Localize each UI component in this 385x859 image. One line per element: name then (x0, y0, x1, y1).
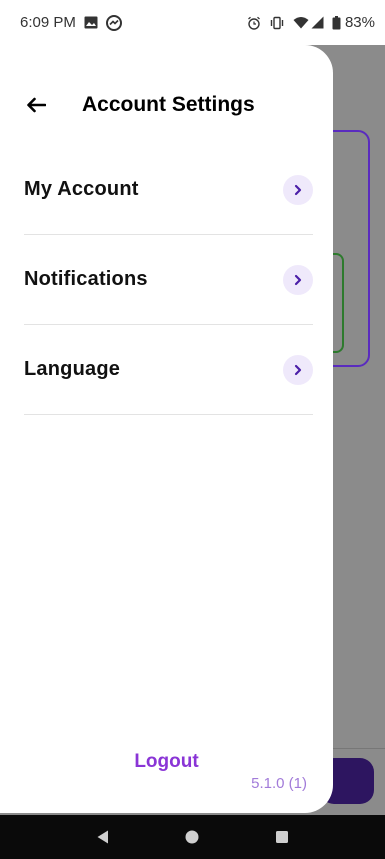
status-left: 6:09 PM (20, 14, 122, 31)
menu-item-notifications[interactable]: Notifications (24, 235, 313, 325)
alarm-icon (247, 16, 261, 30)
menu-item-my-account[interactable]: My Account (24, 145, 313, 235)
square-recents-icon (276, 831, 289, 843)
status-right: 83% (247, 14, 375, 31)
drawer-header: Account Settings (24, 93, 255, 117)
background-divider (330, 748, 385, 749)
battery-icon (332, 15, 341, 30)
account-settings-drawer: Account Settings My Account Notification… (0, 45, 333, 813)
chevron-right-icon (283, 264, 313, 295)
settings-menu: My Account Notifications Language (24, 145, 313, 415)
signal-icon (311, 16, 324, 29)
chevron-right-icon (283, 174, 313, 205)
messenger-icon (105, 14, 122, 31)
circle-home-icon (185, 830, 199, 844)
back-button[interactable] (24, 93, 48, 117)
vibrate-icon (269, 16, 285, 30)
logout-button[interactable]: Logout (0, 751, 333, 773)
nav-home-button[interactable] (177, 822, 207, 852)
wifi-icon (293, 16, 309, 29)
chevron-right-icon (283, 354, 313, 385)
menu-item-language[interactable]: Language (24, 325, 313, 415)
status-bar: 6:09 PM 83% (0, 0, 385, 45)
status-time: 6:09 PM (20, 14, 76, 31)
nav-back-button[interactable] (88, 822, 118, 852)
drawer-title: Account Settings (82, 93, 255, 116)
menu-item-label: My Account (24, 178, 139, 200)
app-version: 5.1.0 (1) (251, 775, 307, 792)
battery-percent: 83% (344, 14, 375, 31)
menu-item-label: Notifications (24, 268, 148, 290)
triangle-back-icon (97, 830, 108, 844)
nav-recents-button[interactable] (267, 822, 297, 852)
image-icon (84, 16, 98, 29)
menu-item-label: Language (24, 358, 121, 380)
system-nav-bar (0, 815, 385, 859)
arrow-left-icon (27, 97, 46, 113)
